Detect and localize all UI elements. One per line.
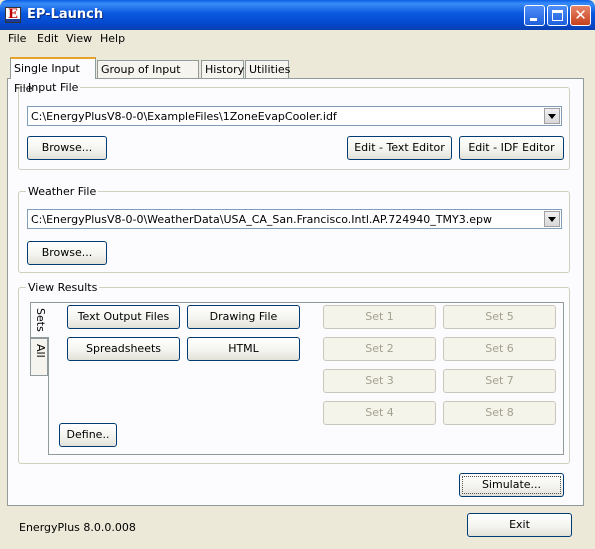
tab-all[interactable]: All <box>30 338 48 376</box>
weather-browse-button[interactable]: Browse... <box>27 241 107 265</box>
input-file-path: C:\EnergyPlusV8-0-0\ExampleFiles\1ZoneEv… <box>31 110 337 123</box>
drawing-file-button[interactable]: Drawing File <box>187 305 300 329</box>
input-browse-button[interactable]: Browse... <box>27 136 107 160</box>
html-button[interactable]: HTML <box>187 337 300 361</box>
version-label: EnergyPlus 8.0.0.008 <box>19 521 136 534</box>
maximize-icon <box>552 10 563 21</box>
tab-history[interactable]: History <box>201 60 244 78</box>
set-7-button[interactable]: Set 7 <box>443 369 556 393</box>
menu-file[interactable]: File <box>8 32 26 45</box>
maximize-button[interactable] <box>547 5 568 26</box>
set-2-button[interactable]: Set 2 <box>323 337 436 361</box>
menu-view[interactable]: View <box>66 32 92 45</box>
weather-file-combo[interactable]: C:\EnergyPlusV8-0-0\WeatherData\USA_CA_S… <box>27 209 562 229</box>
close-button[interactable]: ✕ <box>570 5 591 26</box>
spreadsheets-button[interactable]: Spreadsheets <box>67 337 180 361</box>
ep-launch-window: E EP-Launch ✕ File Edit View Help Single… <box>0 0 595 549</box>
weather-file-label: Weather File <box>26 185 99 198</box>
app-icon: E <box>5 7 21 23</box>
tab-utilities[interactable]: Utilities <box>245 60 290 78</box>
weather-file-path: C:\EnergyPlusV8-0-0\WeatherData\USA_CA_S… <box>31 213 492 226</box>
text-output-files-button[interactable]: Text Output Files <box>67 305 180 329</box>
chevron-down-icon[interactable] <box>544 211 560 227</box>
menu-help[interactable]: Help <box>100 32 125 45</box>
edit-text-editor-button[interactable]: Edit - Text Editor <box>347 136 452 160</box>
tab-group-of-input-files[interactable]: Group of Input Files <box>97 60 199 93</box>
set-5-button[interactable]: Set 5 <box>443 305 556 329</box>
tab-single-input-file[interactable]: Single Input File <box>10 57 96 95</box>
menu-bar: File Edit View Help <box>0 30 595 49</box>
define-button[interactable]: Define.. <box>59 423 117 447</box>
title-bar[interactable]: E EP-Launch ✕ <box>0 0 595 30</box>
set-6-button[interactable]: Set 6 <box>443 337 556 361</box>
set-4-button[interactable]: Set 4 <box>323 401 436 425</box>
input-file-combo[interactable]: C:\EnergyPlusV8-0-0\ExampleFiles\1ZoneEv… <box>27 106 562 126</box>
set-8-button[interactable]: Set 8 <box>443 401 556 425</box>
input-file-label: Input File <box>26 81 81 94</box>
minimize-icon <box>530 18 537 21</box>
edit-idf-editor-button[interactable]: Edit - IDF Editor <box>459 136 564 160</box>
window-title: EP-Launch <box>27 7 104 22</box>
minimize-button[interactable] <box>524 5 545 26</box>
tab-sets-label: Sets <box>34 308 47 332</box>
simulate-button[interactable]: Simulate... <box>459 473 564 497</box>
menu-edit[interactable]: Edit <box>37 32 58 45</box>
chevron-down-icon[interactable] <box>544 108 560 124</box>
set-1-button[interactable]: Set 1 <box>323 305 436 329</box>
tab-all-label: All <box>34 344 47 358</box>
set-3-button[interactable]: Set 3 <box>323 369 436 393</box>
view-results-label: View Results <box>26 281 100 294</box>
tab-sets[interactable]: Sets <box>30 302 49 338</box>
close-icon: ✕ <box>574 6 587 24</box>
exit-button[interactable]: Exit <box>467 513 572 537</box>
